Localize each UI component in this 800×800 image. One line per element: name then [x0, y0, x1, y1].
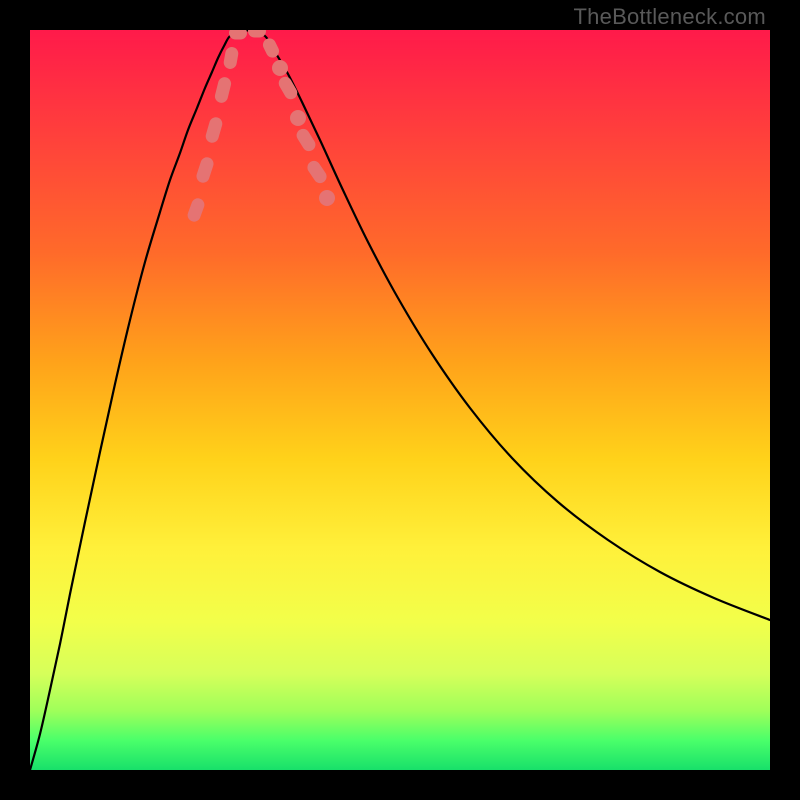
marker-dot [319, 190, 335, 206]
watermark-text: TheBottleneck.com [573, 4, 766, 30]
plot-area [30, 30, 770, 770]
marker-pill [204, 116, 224, 145]
marker-pill [223, 46, 240, 70]
bottleneck-curve [30, 30, 770, 770]
marker-pill [186, 197, 206, 224]
marker-dot [290, 110, 306, 126]
marker-dot [272, 60, 288, 76]
chart-frame: TheBottleneck.com [0, 0, 800, 800]
marker-pill [305, 158, 329, 185]
marker-pill [229, 30, 247, 40]
marker-pill [195, 156, 215, 185]
marker-pill [248, 30, 266, 38]
marker-pill [214, 76, 233, 104]
curve-svg [30, 30, 770, 770]
